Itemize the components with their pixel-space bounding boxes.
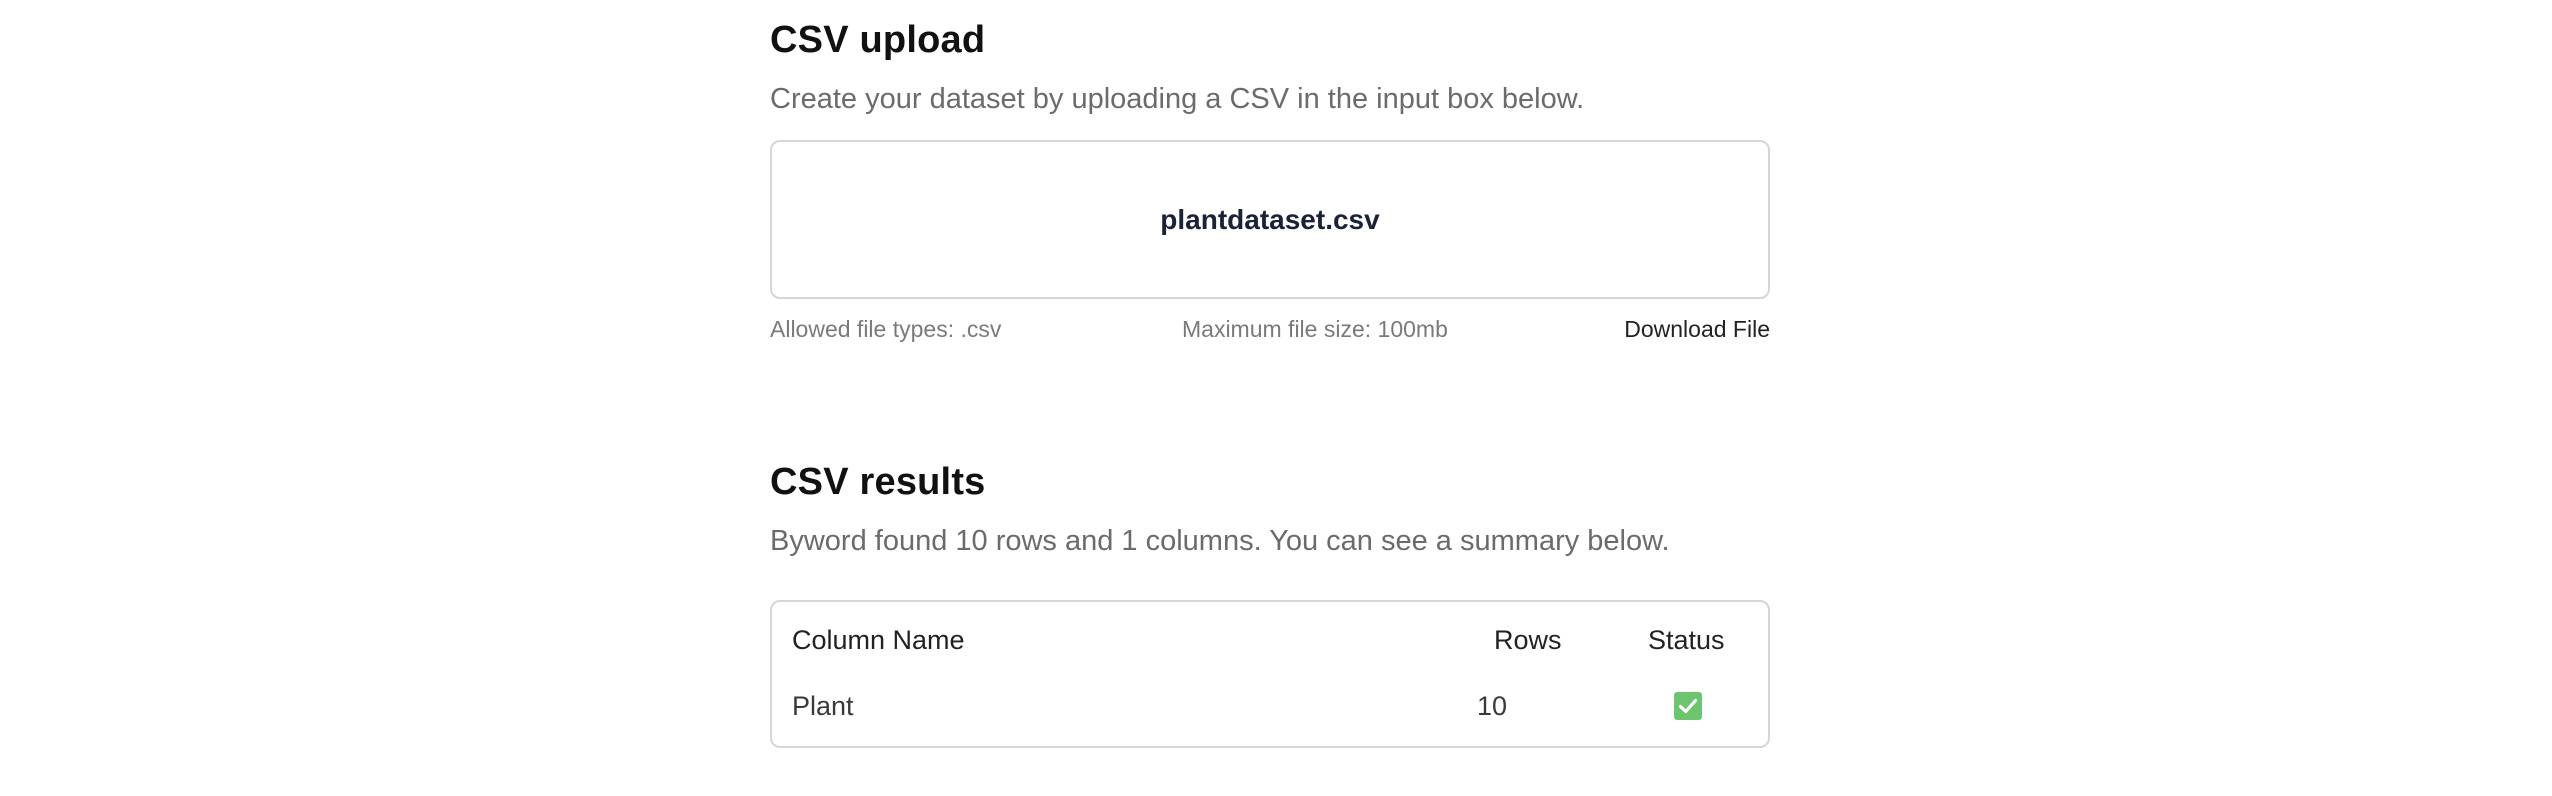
results-table: Column Name Rows Status Plant 10 (770, 600, 1770, 748)
results-section-title: CSV results (770, 461, 986, 503)
csv-dropzone[interactable]: plantdataset.csv (770, 140, 1770, 299)
max-file-size: Maximum file size: 100mb (1182, 316, 1448, 342)
header-status: Status (1648, 625, 1725, 655)
header-rows: Rows (1494, 625, 1562, 655)
upload-section-description: Create your dataset by uploading a CSV i… (770, 83, 1585, 115)
header-column-name: Column Name (792, 625, 965, 655)
results-section-description: Byword found 10 rows and 1 columns. You … (770, 525, 1670, 557)
allowed-file-types: Allowed file types: .csv (770, 316, 1002, 342)
download-file-link[interactable]: Download File (1624, 312, 1770, 346)
upload-meta-row: Allowed file types: .csv Maximum file si… (770, 312, 1770, 346)
upload-section-title: CSV upload (770, 19, 986, 61)
check-icon (1674, 692, 1702, 720)
uploaded-filename: plantdataset.csv (1160, 203, 1380, 235)
row-rows-count: 10 (1476, 691, 1507, 721)
row-column-name: Plant (792, 691, 854, 721)
